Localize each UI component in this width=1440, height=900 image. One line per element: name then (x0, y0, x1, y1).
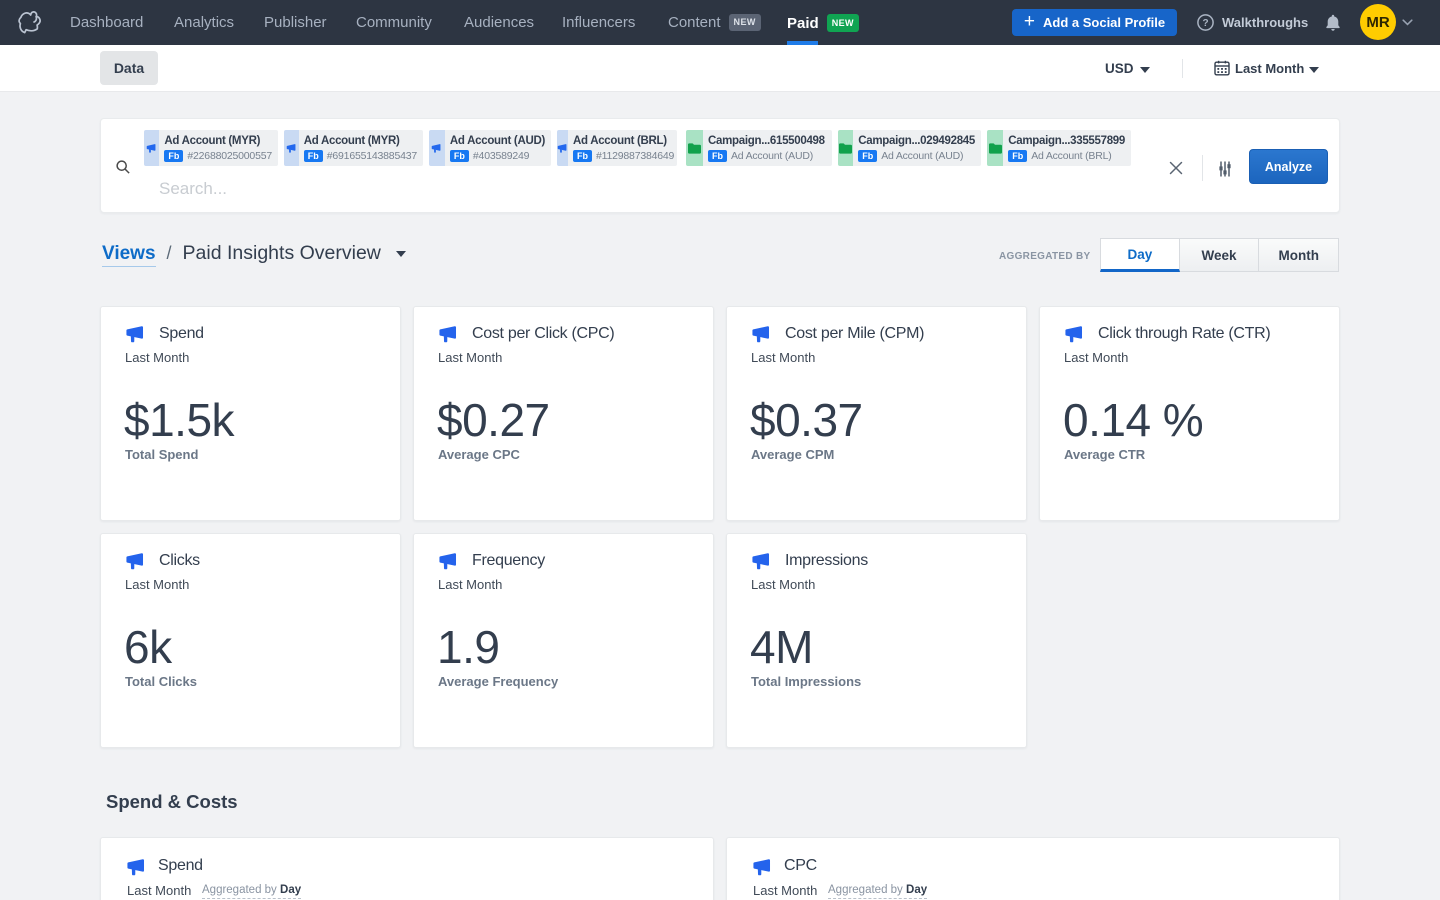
svg-text:?: ? (1202, 18, 1208, 29)
